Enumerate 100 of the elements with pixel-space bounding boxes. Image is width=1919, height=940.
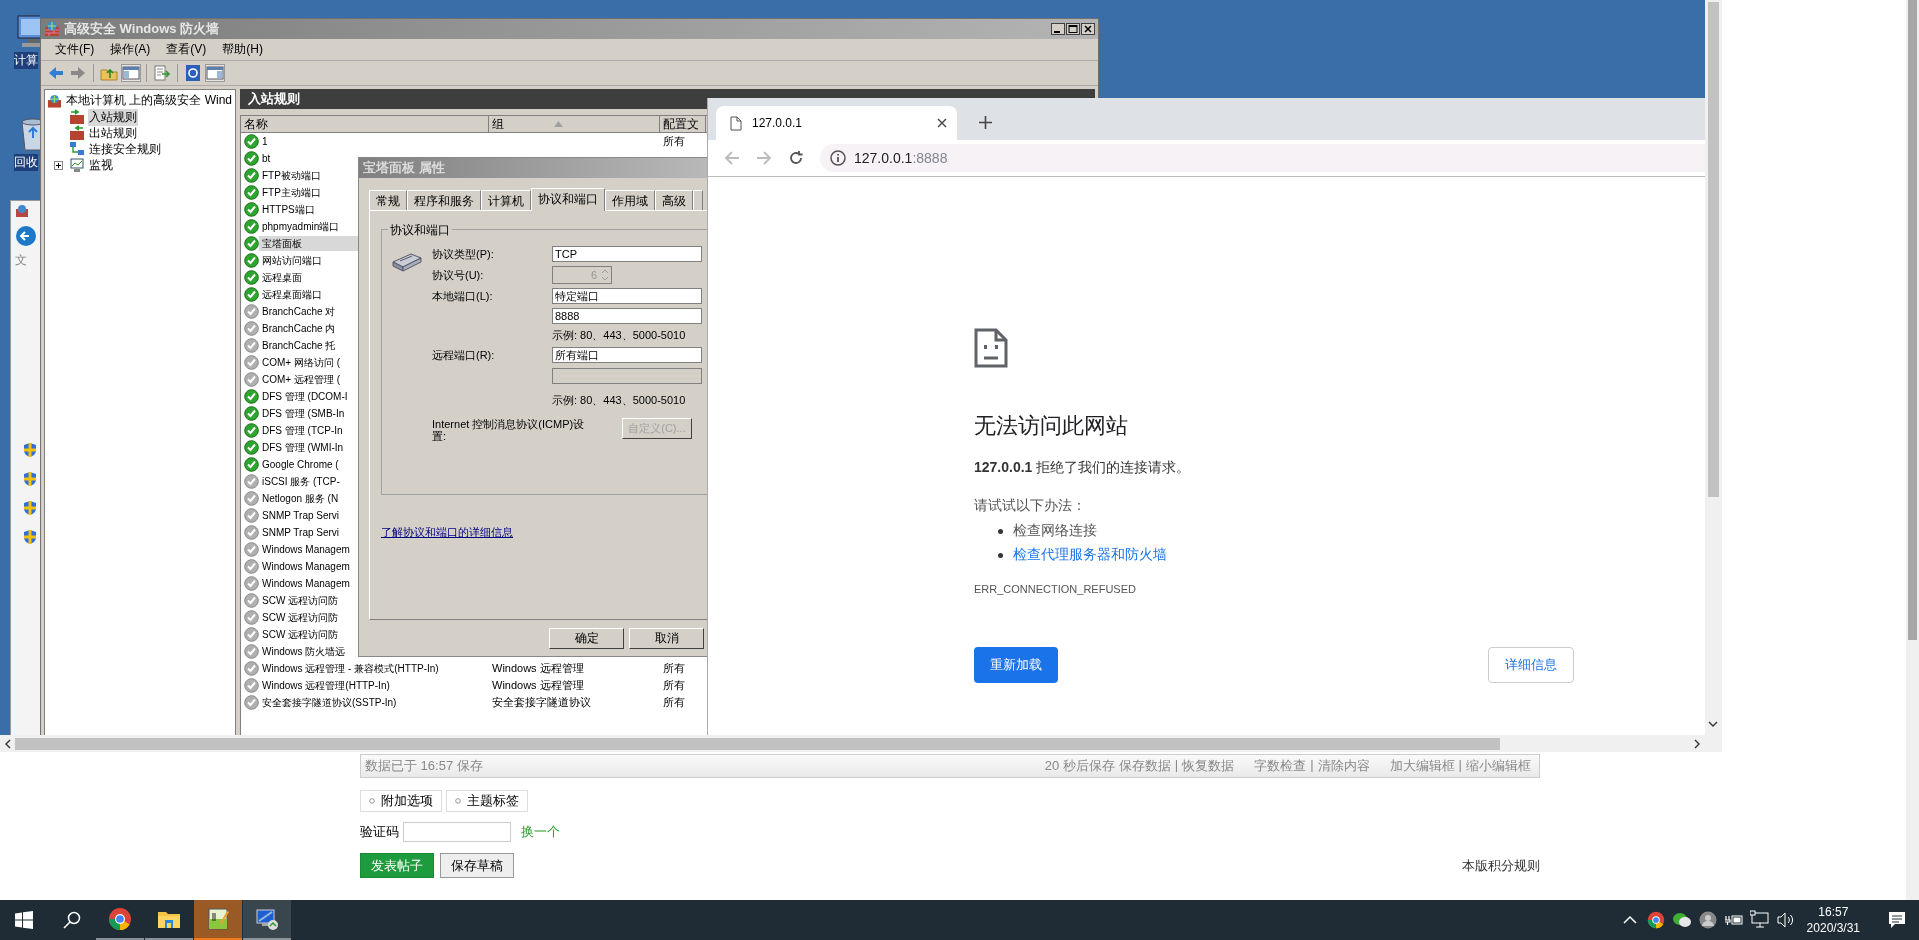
- tree-item[interactable]: 本地计算机 上的高级安全 Wind: [65, 92, 233, 109]
- option-button[interactable]: 主题标签: [446, 790, 528, 812]
- tree-item[interactable]: 出站规则: [88, 124, 138, 142]
- tab[interactable]: 高级: [655, 190, 693, 210]
- search-icon[interactable]: [63, 911, 81, 929]
- rule-name[interactable]: Google Chrome (: [261, 459, 340, 470]
- plus-icon[interactable]: [979, 116, 992, 129]
- tab[interactable]: 常规: [369, 190, 407, 210]
- rule-name[interactable]: 远程桌面: [261, 270, 303, 285]
- maximize-icon[interactable]: [1066, 23, 1080, 35]
- tree-item[interactable]: 监视: [88, 156, 114, 174]
- details-button[interactable]: 详细信息: [1488, 647, 1574, 683]
- chevron-right-icon[interactable]: [1694, 738, 1700, 749]
- rule-name[interactable]: BranchCache 内: [261, 321, 337, 336]
- panel-icon[interactable]: [206, 65, 224, 81]
- captcha-input[interactable]: [403, 822, 511, 842]
- dropdown[interactable]: 所有端口: [552, 347, 702, 363]
- rule-name[interactable]: bt: [261, 153, 272, 164]
- rule-name[interactable]: Windows 远程管理 - 兼容模式(HTTP-In): [261, 661, 440, 676]
- notification-icon[interactable]: [1887, 910, 1907, 930]
- rule-name[interactable]: Windows Managem: [261, 578, 351, 589]
- scrollbar-thumb[interactable]: [15, 737, 1500, 750]
- column-header[interactable]: 名称: [241, 116, 489, 132]
- rule-name[interactable]: Netlogon 服务 (N: [261, 491, 340, 506]
- rule-name[interactable]: iSCSI 服务 (TCP-: [261, 474, 341, 489]
- rule-name[interactable]: BranchCache 对: [261, 304, 337, 319]
- rule-name[interactable]: HTTPS端口: [261, 202, 316, 217]
- expand-icon[interactable]: [54, 160, 63, 170]
- back-arrow-icon[interactable]: [47, 65, 65, 81]
- rule-name[interactable]: Windows Managem: [261, 561, 351, 572]
- menu-item[interactable]: 查看(V): [158, 41, 215, 58]
- panel-icon[interactable]: [122, 65, 140, 81]
- close-icon[interactable]: [1081, 23, 1095, 35]
- desktop-icon-label[interactable]: 回收: [14, 154, 38, 171]
- rule-name[interactable]: 安全套接字隧道协议(SSTP-In): [261, 695, 398, 710]
- rule-name[interactable]: SCW 远程访问防: [261, 610, 340, 625]
- rule-name[interactable]: 远程桌面端口: [261, 287, 323, 302]
- rule-name[interactable]: Windows 远程管理(HTTP-In): [261, 678, 391, 693]
- tab[interactable]: 程序和服务: [407, 190, 481, 210]
- dropdown[interactable]: 特定端口: [552, 288, 702, 304]
- address-bar[interactable]: 127.0.0.1:8888: [820, 144, 1705, 172]
- close-icon[interactable]: [937, 118, 947, 128]
- rule-name[interactable]: DFS 管理 (DCOM-I: [261, 389, 349, 404]
- dropdown[interactable]: TCP: [552, 246, 702, 262]
- desktop-icon-label[interactable]: 计算: [14, 52, 38, 69]
- minimize-icon[interactable]: [1051, 23, 1065, 35]
- rule-name[interactable]: DFS 管理 (TCP-In: [261, 423, 344, 438]
- rules-link[interactable]: 本版积分规则: [1462, 856, 1540, 875]
- taskbar-button[interactable]: [243, 900, 291, 940]
- clock[interactable]: 16:57 2020/3/31: [1806, 904, 1860, 936]
- tree-item[interactable]: 入站规则: [88, 108, 138, 126]
- dialog-button[interactable]: 取消: [629, 628, 704, 649]
- rule-name[interactable]: Windows Managem: [261, 544, 351, 555]
- chevron-down-icon[interactable]: [1708, 721, 1718, 727]
- taskbar-button[interactable]: [194, 900, 242, 940]
- rule-name[interactable]: FTP被动端口: [261, 168, 322, 183]
- rule-name[interactable]: 网站访问端口: [261, 253, 323, 268]
- help-link[interactable]: 了解协议和端口的详细信息: [381, 525, 513, 540]
- refresh-link[interactable]: 换一个: [521, 823, 560, 841]
- port-input[interactable]: 8888: [552, 308, 702, 324]
- rule-name[interactable]: SCW 远程访问防: [261, 627, 340, 642]
- volume-icon[interactable]: [1775, 910, 1796, 930]
- rule-name[interactable]: COM+ 远程管理 (: [261, 372, 342, 387]
- chevron-left-icon[interactable]: [5, 738, 11, 749]
- tab[interactable]: 作用域: [605, 190, 655, 210]
- menu-item[interactable]: 文件(F): [47, 41, 103, 58]
- rule-name[interactable]: BranchCache 托: [261, 338, 337, 353]
- rule-name[interactable]: COM+ 网络访问 (: [261, 355, 342, 370]
- rule-name[interactable]: SNMP Trap Servi: [261, 527, 341, 538]
- suggestion-link[interactable]: 检查代理服务器和防火墙: [1013, 546, 1167, 564]
- reload-icon[interactable]: [788, 150, 804, 166]
- column-header[interactable]: 配置文: [660, 116, 706, 132]
- menu-item[interactable]: 操作(A): [102, 41, 159, 58]
- rule-name[interactable]: DFS 管理 (SMB-In: [261, 406, 346, 421]
- rule-name[interactable]: phpmyadmin端口: [261, 219, 341, 234]
- start-icon[interactable]: [15, 911, 33, 929]
- option-button[interactable]: 附加选项: [360, 790, 442, 812]
- rule-name[interactable]: DFS 管理 (WMI-In: [261, 440, 345, 455]
- rule-name[interactable]: 1: [261, 136, 269, 147]
- reload-button[interactable]: 重新加载: [974, 647, 1058, 683]
- chat-bubbles-icon[interactable]: [1671, 910, 1692, 930]
- network-icon[interactable]: [1749, 910, 1770, 930]
- browser-tab[interactable]: 127.0.0.1: [716, 106, 957, 140]
- tab[interactable]: 协议和端口: [531, 188, 605, 211]
- avatar-icon[interactable]: [1697, 910, 1718, 930]
- info-icon[interactable]: [830, 150, 846, 166]
- rule-name[interactable]: 宝塔面板: [261, 236, 303, 251]
- rule-name[interactable]: Windows 防火墙远: [261, 644, 347, 659]
- post-button[interactable]: 发表帖子: [360, 853, 434, 878]
- rule-name[interactable]: SNMP Trap Servi: [261, 510, 341, 521]
- save-draft-button[interactable]: 保存草稿: [440, 853, 514, 878]
- export-list-icon[interactable]: [153, 65, 171, 81]
- rule-name[interactable]: FTP主动端口: [261, 185, 322, 200]
- scrollbar-thumb[interactable]: [1908, 0, 1917, 640]
- menu-item[interactable]: 帮助(H): [214, 41, 271, 58]
- tree-item[interactable]: 连接安全规则: [88, 140, 162, 158]
- dialog-button[interactable]: 确定: [549, 628, 624, 649]
- browser-icon[interactable]: [1645, 910, 1666, 930]
- rule-name[interactable]: SCW 远程访问防: [261, 593, 340, 608]
- scrollbar-thumb[interactable]: [1708, 2, 1719, 497]
